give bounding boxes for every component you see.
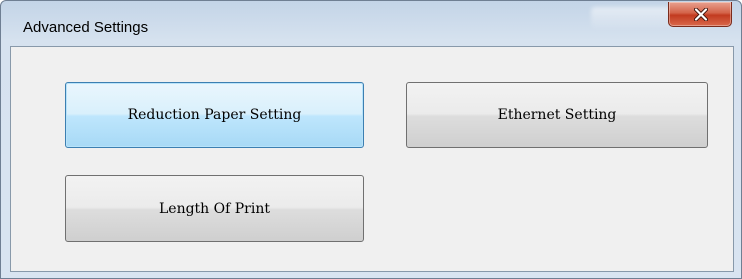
- ethernet-setting-button[interactable]: Ethernet Setting: [406, 82, 708, 148]
- length-of-print-button[interactable]: Length Of Print: [65, 175, 364, 242]
- window-title: Advanced Settings: [23, 19, 149, 36]
- title-bar[interactable]: Advanced Settings: [1, 1, 741, 47]
- length-of-print-label: Length Of Print: [159, 200, 270, 217]
- advanced-settings-window: Advanced Settings Reduction Paper Settin…: [0, 0, 742, 279]
- reduction-paper-setting-label: Reduction Paper Setting: [127, 107, 302, 123]
- reduction-paper-setting-button[interactable]: Reduction Paper Setting: [65, 82, 364, 148]
- dialog-content: Reduction Paper Setting Ethernet Setting…: [10, 46, 734, 272]
- ethernet-setting-label: Ethernet Setting: [497, 107, 617, 123]
- close-button[interactable]: [668, 2, 732, 27]
- close-icon: [694, 8, 708, 21]
